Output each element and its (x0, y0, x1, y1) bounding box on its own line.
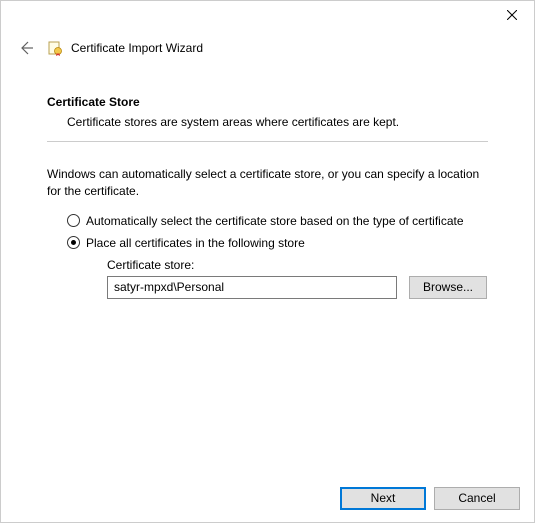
intro-text: Windows can automatically select a certi… (47, 166, 488, 200)
footer: Next Cancel (1, 474, 534, 522)
radio-place-all[interactable]: Place all certificates in the following … (67, 236, 488, 250)
back-arrow-icon (18, 40, 34, 56)
section-description: Certificate stores are system areas wher… (67, 115, 488, 129)
radio-place-label: Place all certificates in the following … (86, 236, 305, 250)
back-button[interactable] (15, 37, 37, 59)
divider (47, 141, 488, 142)
certificate-store-input[interactable] (107, 276, 397, 299)
radio-icon (67, 214, 80, 227)
radio-auto-label: Automatically select the certificate sto… (86, 214, 464, 228)
close-button[interactable] (489, 1, 534, 29)
close-icon (507, 10, 517, 20)
certificate-import-wizard-dialog: Certificate Import Wizard Certificate St… (0, 0, 535, 523)
titlebar (1, 1, 534, 31)
store-label: Certificate store: (107, 258, 488, 272)
cancel-button[interactable]: Cancel (434, 487, 520, 510)
section-title: Certificate Store (47, 95, 488, 109)
radio-group: Automatically select the certificate sto… (67, 214, 488, 299)
next-button[interactable]: Next (340, 487, 426, 510)
store-section: Certificate store: Browse... (107, 258, 488, 299)
browse-button[interactable]: Browse... (409, 276, 487, 299)
content-area: Certificate Store Certificate stores are… (1, 69, 534, 474)
radio-auto-select[interactable]: Automatically select the certificate sto… (67, 214, 488, 228)
store-row: Browse... (107, 276, 488, 299)
wizard-title: Certificate Import Wizard (71, 41, 203, 55)
radio-icon (67, 236, 80, 249)
certificate-icon (47, 40, 63, 56)
header-row: Certificate Import Wizard (1, 31, 534, 69)
